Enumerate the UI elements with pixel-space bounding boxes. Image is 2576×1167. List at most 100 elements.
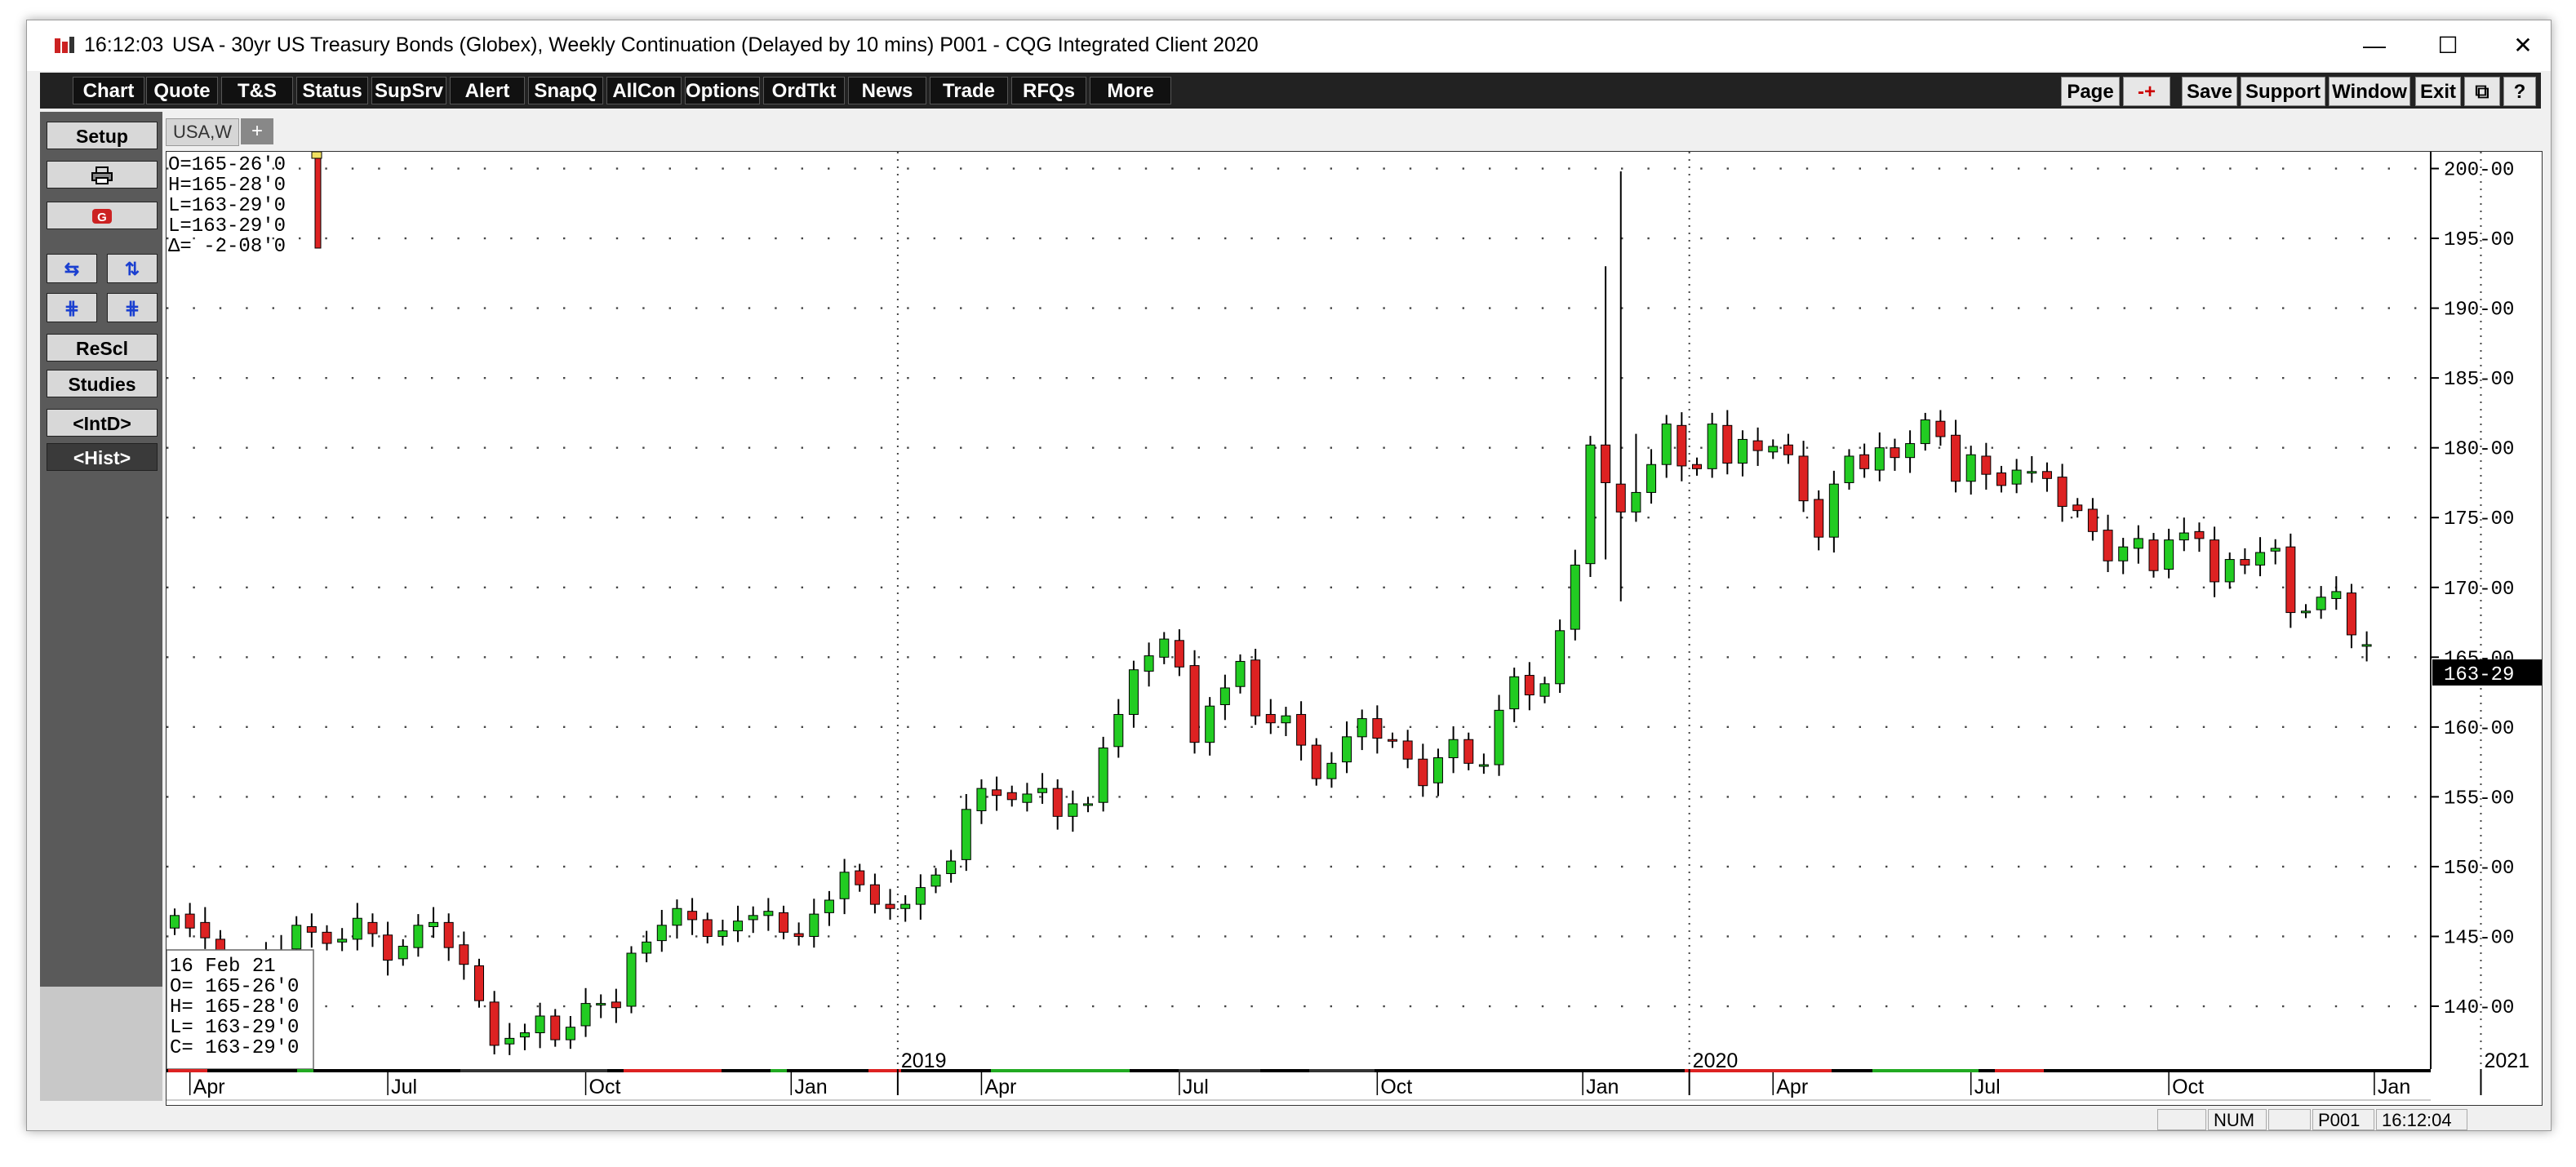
toolbar-supsrv-button[interactable]: SupSrv xyxy=(371,77,446,104)
scroll-vertical-icon[interactable]: ⇅ xyxy=(107,254,158,283)
candle-up xyxy=(2301,610,2311,614)
candle-down xyxy=(367,921,378,934)
month-label: Oct xyxy=(2172,1076,2204,1098)
toolbar-help-button[interactable]: ? xyxy=(2503,77,2536,106)
candle-down xyxy=(2346,592,2356,636)
year-label: 2021 xyxy=(2484,1049,2529,1072)
candle-up xyxy=(2270,548,2281,552)
toolbar-options-button[interactable]: Options xyxy=(685,77,760,104)
candle-down xyxy=(1174,640,1184,668)
candle-up xyxy=(504,1037,515,1045)
intraday-button[interactable]: <IntD> xyxy=(47,409,158,437)
candle-up xyxy=(1342,736,1352,763)
candle-up xyxy=(1509,676,1520,710)
toolbar-alert-button[interactable]: Alert xyxy=(450,77,525,104)
last-price-label: 163-29 xyxy=(2444,664,2514,686)
y-tick-label: 155-00 xyxy=(2444,788,2514,810)
candle-up xyxy=(2361,644,2372,647)
toolbar-snapq-button[interactable]: SnapQ xyxy=(528,77,603,104)
price-chart[interactable]: 200-00 195-00 190-00 185-00 180-00 175-00 170-… xyxy=(167,152,2542,1105)
status-bar: NUM P001 16:12:04 xyxy=(27,1109,2551,1130)
time-axis-band-segment xyxy=(460,1069,607,1072)
scroll-horizontal-icon[interactable]: ⇆ xyxy=(47,254,97,283)
candle-up xyxy=(398,945,408,960)
candle-down xyxy=(1189,665,1200,743)
cqg-logo-button[interactable]: G xyxy=(47,202,158,229)
candle-up xyxy=(1144,655,1154,672)
candle-up xyxy=(672,907,682,926)
toolbar-chart-button[interactable]: Chart xyxy=(73,77,144,104)
candle-down xyxy=(702,919,713,937)
toolbar-news-button[interactable]: News xyxy=(848,77,926,104)
print-button[interactable] xyxy=(47,161,158,189)
rescale-button[interactable]: ReScl xyxy=(47,334,158,362)
candle-down xyxy=(1722,424,1733,464)
candle-down xyxy=(1372,718,1383,739)
toolbar-exit-button[interactable]: Exit xyxy=(2415,77,2461,106)
toolbar-more-button[interactable]: More xyxy=(1090,77,1171,104)
add-tab-button[interactable]: + xyxy=(241,118,273,144)
ohlc-box-line: C= 163-29'0 xyxy=(170,1037,299,1059)
time-axis-band-segment xyxy=(868,1069,901,1072)
cqg-logo-icon: G xyxy=(92,209,112,224)
candle-up xyxy=(1661,424,1672,465)
toolbar-ts-button[interactable]: T&S xyxy=(221,77,293,104)
candle-up xyxy=(1905,443,1916,459)
candle-up xyxy=(352,917,362,940)
toolbar-zoom-button[interactable]: -+ xyxy=(2123,77,2170,106)
setup-button[interactable]: Setup xyxy=(47,122,158,149)
application-window: 16:12:03 USA - 30yr US Treasury Bonds (G… xyxy=(26,20,2552,1131)
candle-down xyxy=(2041,471,2052,479)
compress-vertical-icon[interactable]: ⋕ xyxy=(107,293,158,322)
minimize-button[interactable]: — xyxy=(2350,29,2399,63)
ohlc-box-line: 16 Feb 21 xyxy=(170,956,276,978)
month-label: Oct xyxy=(589,1076,621,1098)
candle-up xyxy=(2255,552,2266,566)
candle-down xyxy=(306,925,317,933)
ohlc-box-line: O= 165-26'0 xyxy=(170,976,299,998)
candle-up xyxy=(2164,539,2174,570)
candle-down xyxy=(489,1001,500,1046)
time-axis-band-segment xyxy=(1179,1069,1260,1072)
candle-up xyxy=(2224,559,2235,583)
toolbar-support-button[interactable]: Support xyxy=(2241,77,2325,106)
candle-down xyxy=(1250,659,1261,717)
candle-up xyxy=(1570,564,1580,630)
candle-down xyxy=(383,934,393,961)
candle-up xyxy=(946,860,957,874)
toolbar-restore-button[interactable]: ⧉ xyxy=(2464,77,2500,106)
candle-down xyxy=(855,870,865,885)
candle-down xyxy=(793,933,804,937)
candle-up xyxy=(1539,683,1550,697)
toolbar-ordtkt-button[interactable]: OrdTkt xyxy=(763,77,845,104)
candle-down xyxy=(1996,472,2006,486)
chart-area[interactable]: 200-00 195-00 190-00 185-00 180-00 175-00 170-… xyxy=(166,151,2543,1106)
compress-horizontal-icon[interactable]: ⋕ xyxy=(47,293,97,322)
chart-tab-usa-weekly[interactable]: USA,W xyxy=(166,118,239,146)
history-button[interactable]: <Hist> xyxy=(47,443,158,471)
status-empty-cell xyxy=(2157,1109,2206,1130)
candle-up xyxy=(1828,483,1839,538)
close-button[interactable]: ✕ xyxy=(2498,29,2547,63)
candle-up xyxy=(1920,419,1930,445)
toolbar-window-button[interactable]: Window xyxy=(2329,77,2410,106)
toolbar-allcon-button[interactable]: AllCon xyxy=(606,77,682,104)
y-tick-label: 145-00 xyxy=(2444,927,2514,949)
candle-up xyxy=(170,915,180,929)
candle-up xyxy=(1235,660,1246,687)
candle-up xyxy=(976,788,987,812)
toolbar-trade-button[interactable]: Trade xyxy=(930,77,1008,104)
toolbar-status-button[interactable]: Status xyxy=(296,77,368,104)
toolbar-quote-button[interactable]: Quote xyxy=(146,77,218,104)
toolbar-save-button[interactable]: Save xyxy=(2182,77,2237,106)
maximize-button[interactable]: ☐ xyxy=(2423,29,2472,63)
toolbar-page-button[interactable]: Page xyxy=(2061,77,2120,106)
candle-up xyxy=(2011,469,2022,485)
candle-down xyxy=(322,931,332,944)
studies-button[interactable]: Studies xyxy=(47,370,158,397)
toolbar-rfqs-button[interactable]: RFQs xyxy=(1011,77,1086,104)
candle-up xyxy=(915,887,926,905)
candle-down xyxy=(1265,713,1276,724)
candle-down xyxy=(1692,464,1702,469)
candle-up xyxy=(1555,630,1566,685)
